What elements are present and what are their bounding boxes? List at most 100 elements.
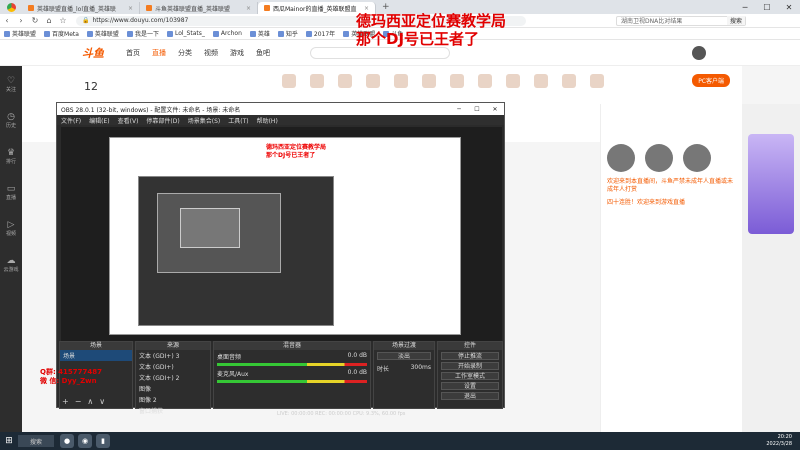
- maximize-icon[interactable]: ☐: [468, 106, 486, 113]
- sidebar-item-cloudgame[interactable]: ☁ 云游戏: [0, 246, 22, 282]
- sidebar-item-live[interactable]: ▭ 直播: [0, 174, 22, 210]
- bookmark-item[interactable]: 知乎: [277, 29, 298, 38]
- bookmark-item[interactable]: 英雄联盟: [86, 29, 119, 38]
- menu-scene-collection[interactable]: 场景集合(S): [188, 116, 221, 125]
- move-down-icon[interactable]: ∨: [99, 397, 105, 406]
- nav-home[interactable]: 首页: [126, 48, 140, 58]
- gift-icon[interactable]: [366, 74, 380, 88]
- room-number: 12: [84, 80, 98, 93]
- volume-meter[interactable]: [217, 363, 367, 366]
- source-item[interactable]: 图像: [136, 383, 210, 394]
- forward-icon[interactable]: ›: [14, 16, 28, 25]
- studio-mode-button[interactable]: 工作室模式: [441, 372, 499, 380]
- nav-game[interactable]: 游戏: [230, 48, 244, 58]
- menu-help[interactable]: 帮助(H): [257, 116, 278, 125]
- douyu-favicon-icon: [264, 5, 270, 11]
- maximize-icon[interactable]: ☐: [756, 3, 778, 12]
- minimize-icon[interactable]: ─: [734, 3, 756, 12]
- bookmark-item[interactable]: 2017年: [305, 29, 335, 38]
- source-item[interactable]: 文本 (GDI+): [136, 361, 210, 372]
- source-item[interactable]: 窗口捕获: [136, 405, 210, 416]
- menu-view[interactable]: 查看(V): [118, 116, 139, 125]
- gift-icon[interactable]: [506, 74, 520, 88]
- gift-icon[interactable]: [338, 74, 352, 88]
- source-item[interactable]: 文本 (GDI+) 2: [136, 372, 210, 383]
- volume-meter[interactable]: [217, 380, 367, 383]
- bookmark-icon: [126, 30, 133, 37]
- bookmark-item[interactable]: Lol_Stats_: [166, 30, 205, 37]
- user-avatar[interactable]: [692, 45, 706, 60]
- controls-dock-title: 控件: [438, 342, 502, 350]
- move-up-icon[interactable]: ∧: [87, 397, 93, 406]
- bookmark-star-icon[interactable]: ☆: [56, 16, 70, 25]
- bookmark-item[interactable]: 百度Meta: [44, 29, 79, 38]
- search-button[interactable]: 搜索: [726, 16, 745, 25]
- start-record-button[interactable]: 开始录制: [441, 362, 499, 370]
- nav-category[interactable]: 分类: [178, 48, 192, 58]
- duration-input[interactable]: 300ms: [411, 364, 431, 373]
- ad-banner[interactable]: [748, 134, 794, 234]
- tv-icon: ▭: [6, 183, 16, 194]
- gift-icon[interactable]: [422, 74, 436, 88]
- sidebar-item-follow[interactable]: ♡ 关注: [0, 66, 22, 102]
- mixer-dock: 混音器 桌面音频 0.0 dB 麦克风/Aux 0.0 dB: [213, 341, 371, 409]
- avatar[interactable]: [645, 144, 673, 172]
- minimize-icon[interactable]: ─: [450, 106, 468, 113]
- system-tray[interactable]: 20:20 2022/3/28: [766, 434, 792, 448]
- nav-fishbar[interactable]: 鱼吧: [256, 48, 270, 58]
- add-icon[interactable]: +: [62, 397, 69, 406]
- gift-icon[interactable]: [590, 74, 604, 88]
- gift-icon[interactable]: [562, 74, 576, 88]
- gift-icon[interactable]: [310, 74, 324, 88]
- remove-icon[interactable]: −: [75, 397, 82, 406]
- taskbar-search[interactable]: 搜索: [18, 435, 54, 447]
- gift-icon[interactable]: [394, 74, 408, 88]
- close-window-icon[interactable]: ✕: [778, 3, 800, 12]
- gift-icon[interactable]: [478, 74, 492, 88]
- game-app-icon[interactable]: ▮: [96, 434, 110, 448]
- settings-button[interactable]: 设置: [441, 382, 499, 390]
- sidebar-item-video[interactable]: ▷ 视频: [0, 210, 22, 246]
- gift-icon[interactable]: [534, 74, 548, 88]
- source-item[interactable]: 图像 2: [136, 394, 210, 405]
- browser-tab[interactable]: 英雄联盟直播_lol直播_英雄联 ×: [22, 2, 140, 14]
- nav-video[interactable]: 视频: [204, 48, 218, 58]
- stop-stream-button[interactable]: 停止推流: [441, 352, 499, 360]
- transition-select[interactable]: 淡出: [377, 352, 431, 360]
- back-icon[interactable]: ‹: [0, 16, 14, 25]
- close-tab-icon[interactable]: ×: [128, 5, 133, 12]
- browser-tab[interactable]: 斗鱼英雄联盟直播_英雄联盟 ×: [140, 2, 258, 14]
- douyu-favicon-icon: [146, 5, 152, 11]
- home-icon[interactable]: ⌂: [42, 16, 56, 25]
- sidebar-item-rank[interactable]: ♛ 排行: [0, 138, 22, 174]
- bookmark-item[interactable]: 英雄: [249, 29, 270, 38]
- scene-item[interactable]: 场景: [60, 350, 132, 361]
- browser-search-input[interactable]: 湖南卫视DNA比对结果 搜索: [616, 15, 746, 26]
- sidebar-item-history[interactable]: ◷ 历史: [0, 102, 22, 138]
- pc-client-button[interactable]: PC客户端: [692, 74, 730, 87]
- obs-app-icon[interactable]: ◉: [78, 434, 92, 448]
- menu-docks[interactable]: 停靠部件(D): [146, 116, 179, 125]
- bookmark-item[interactable]: 英雄联盟: [4, 29, 36, 38]
- windows-start-icon[interactable]: ⊞: [0, 436, 18, 446]
- reload-icon[interactable]: ↻: [28, 16, 42, 25]
- avatar[interactable]: [683, 144, 711, 172]
- bookmark-item[interactable]: 我是一下: [126, 29, 159, 38]
- source-item[interactable]: 文本 (GDI+) 3: [136, 350, 210, 361]
- menu-edit[interactable]: 编辑(E): [89, 116, 109, 125]
- close-tab-icon[interactable]: ×: [246, 5, 251, 12]
- close-window-icon[interactable]: ✕: [486, 106, 504, 113]
- gift-icon[interactable]: [282, 74, 296, 88]
- menu-tools[interactable]: 工具(T): [228, 116, 248, 125]
- browser-app-icon[interactable]: ●: [60, 434, 74, 448]
- bookmark-icon: [86, 30, 93, 37]
- bookmark-item[interactable]: Archon: [212, 30, 242, 37]
- browser-logo-icon[interactable]: [0, 0, 22, 14]
- nav-live[interactable]: 直播: [152, 48, 166, 58]
- exit-button[interactable]: 退出: [441, 392, 499, 400]
- obs-preview[interactable]: 德玛西亚定位赛教学局 那个DJ号已王者了: [61, 127, 502, 341]
- douyu-logo[interactable]: 斗鱼: [82, 45, 104, 61]
- menu-file[interactable]: 文件(F): [61, 116, 81, 125]
- avatar[interactable]: [607, 144, 635, 172]
- gift-icon[interactable]: [450, 74, 464, 88]
